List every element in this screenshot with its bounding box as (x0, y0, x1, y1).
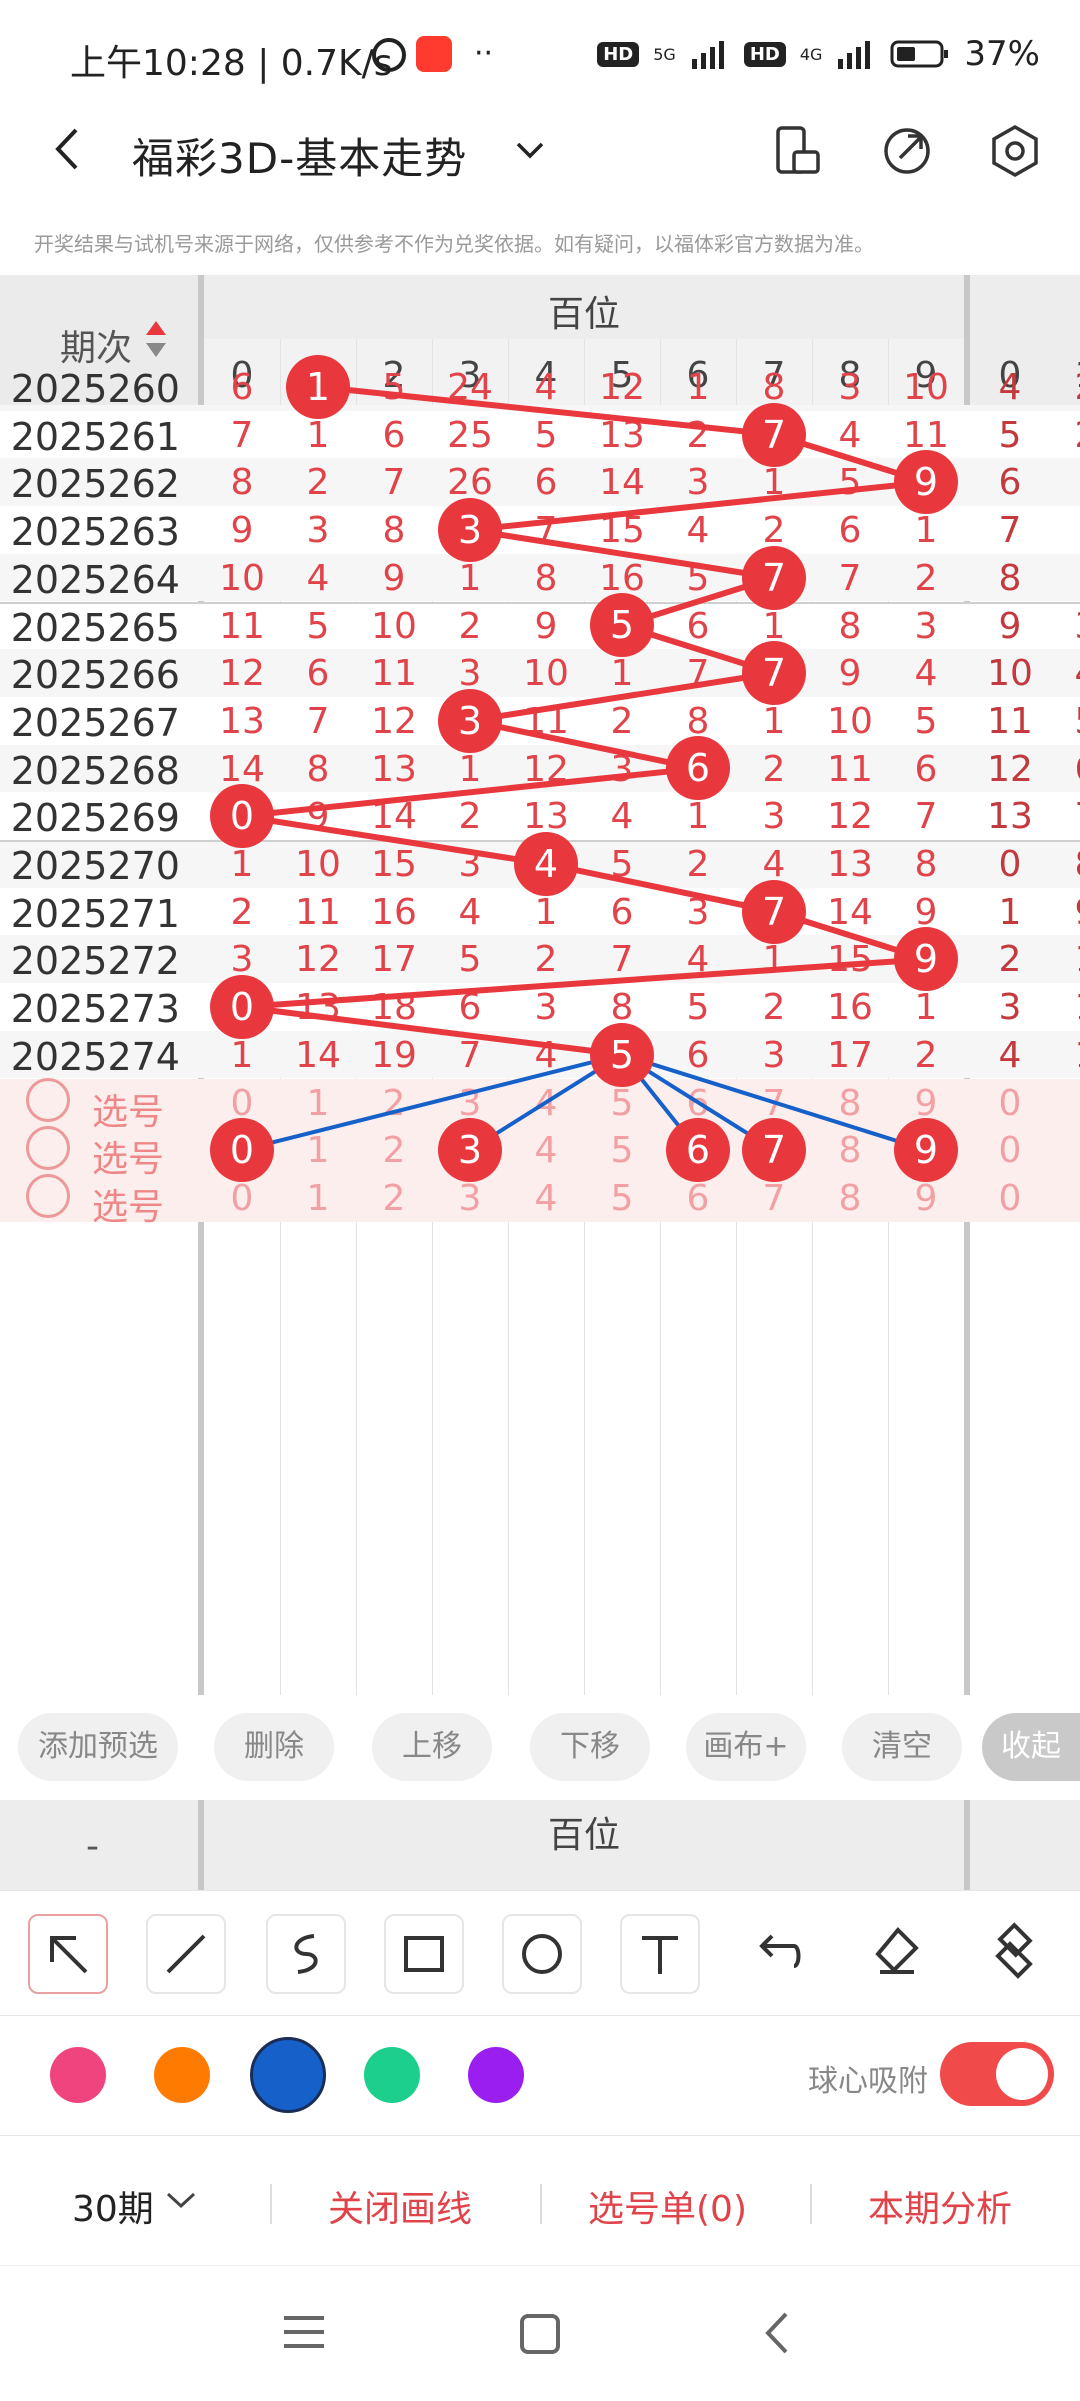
taobao-icon (416, 36, 452, 72)
color-swatch[interactable] (50, 2047, 106, 2103)
page-title[interactable]: 福彩3D-基本走势 (132, 125, 467, 186)
hit-ball: 7 (742, 879, 806, 944)
second-header: - 百位 (0, 1800, 1080, 1890)
move-down-button[interactable]: 下移 (530, 1713, 650, 1781)
line-tool[interactable] (146, 1914, 226, 1994)
hit-ball: 0 (210, 784, 274, 849)
alarm-icon (372, 38, 406, 72)
pick-ball-selected[interactable]: 9 (894, 1118, 958, 1183)
separator-3 (810, 2184, 812, 2224)
arrow-tool[interactable] (28, 1914, 108, 1994)
pick-ball-selected[interactable]: 7 (742, 1118, 806, 1183)
hit-ball: 9 (894, 450, 958, 515)
hit-ball: 1 (286, 354, 350, 419)
net-4g: 4G (799, 44, 823, 64)
text-tool[interactable] (620, 1914, 700, 1994)
color-swatch[interactable] (468, 2047, 524, 2103)
more-dots-icon: ·· (474, 36, 494, 71)
hit-ball: 7 (742, 641, 806, 706)
pick-ball-selected[interactable]: 6 (666, 1118, 730, 1183)
eraser-icon[interactable] (858, 1914, 934, 1990)
hit-ball: 7 (742, 402, 806, 467)
hit-ball: 6 (666, 736, 730, 801)
draw-arrow[interactable] (234, 1052, 623, 1160)
back-icon[interactable] (44, 124, 94, 174)
share-icon[interactable] (880, 124, 934, 182)
hundreds-trend-line (241, 383, 927, 1058)
separator-2 (540, 2184, 542, 2224)
move-up-button[interactable]: 上移 (372, 1713, 492, 1781)
status-bar: 上午10:28 | 0.7K/s ·· HD 5G HD 4G 37% (0, 0, 1080, 120)
delete-button[interactable]: 删除 (214, 1713, 334, 1781)
clear-button[interactable]: 清空 (842, 1713, 962, 1781)
disclaimer: 开奖结果与试机号来源于网络，仅供参考不作为兑奖依据。如有疑问，以福体彩官方数据为… (34, 232, 874, 256)
rectangle-tool[interactable] (384, 1914, 464, 1994)
color-swatch[interactable] (154, 2047, 210, 2103)
add-preselect-button[interactable]: 添加预选 (18, 1713, 178, 1781)
hit-ball: 3 (438, 497, 502, 562)
pick-ball-selected[interactable]: 3 (438, 1118, 502, 1183)
hit-ball: 9 (894, 927, 958, 992)
pick-ball-selected[interactable]: 0 (210, 1118, 274, 1183)
period-select[interactable]: 30期 (72, 2180, 154, 2232)
menu-icon[interactable] (282, 2312, 326, 2352)
status-time: 上午10:28 | 0.7K/s (70, 43, 393, 84)
battery-icon (890, 40, 949, 68)
net-5g: 5G (653, 44, 676, 64)
hit-ball: 0 (210, 974, 274, 1039)
hd-badge: HD (597, 41, 640, 67)
separator (270, 2184, 272, 2224)
snap-toggle[interactable] (940, 2042, 1054, 2106)
collapse-button[interactable]: 收起 (982, 1713, 1080, 1781)
pick-list-button[interactable]: 选号单(0) (588, 2180, 747, 2232)
circle-tool[interactable] (502, 1914, 582, 1994)
signal-icon-2 (838, 41, 871, 69)
color-swatch[interactable] (364, 2047, 420, 2103)
hit-ball: 4 (514, 831, 578, 896)
home-icon[interactable] (518, 2312, 562, 2356)
action-bar: 添加预选 删除 上移 下移 画布+ 清空 收起 (0, 1695, 1080, 1800)
hd-badge-2: HD (743, 41, 786, 67)
period-chevron-icon[interactable] (164, 2186, 198, 2216)
dash-label: - (86, 1826, 99, 1867)
battery-percent: 37% (964, 34, 1040, 74)
undo-icon[interactable] (740, 1914, 816, 1990)
chevron-down-icon[interactable] (512, 132, 548, 172)
status-right: HD 5G HD 4G 37% (597, 34, 1040, 74)
section-label-2: 百位 (547, 1815, 620, 1856)
snap-label: 球心吸附 (808, 2064, 928, 2099)
hit-ball: 3 (438, 688, 502, 753)
settings-icon[interactable] (988, 124, 1042, 182)
signal-icon (691, 41, 724, 69)
snap-toggle-knob (996, 2048, 1048, 2100)
canvas-plus-button[interactable]: 画布+ (686, 1713, 806, 1781)
hit-ball: 5 (590, 1022, 654, 1087)
analysis-button[interactable]: 本期分析 (868, 2180, 1012, 2232)
column-divider-4 (964, 1800, 970, 1890)
rotate-screen-icon[interactable] (772, 124, 822, 182)
close-lines-button[interactable]: 关闭画线 (328, 2180, 472, 2232)
curve-tool[interactable] (266, 1914, 346, 1994)
nav-back-icon[interactable] (760, 2310, 794, 2356)
color-swatch-selected[interactable] (250, 2037, 326, 2113)
clear-all-icon[interactable] (976, 1914, 1052, 1990)
hit-ball: 7 (742, 545, 806, 610)
hit-ball: 5 (590, 593, 654, 658)
trend-grid: 期次 百位 012345678901 202526065244121831042… (0, 275, 1080, 1695)
